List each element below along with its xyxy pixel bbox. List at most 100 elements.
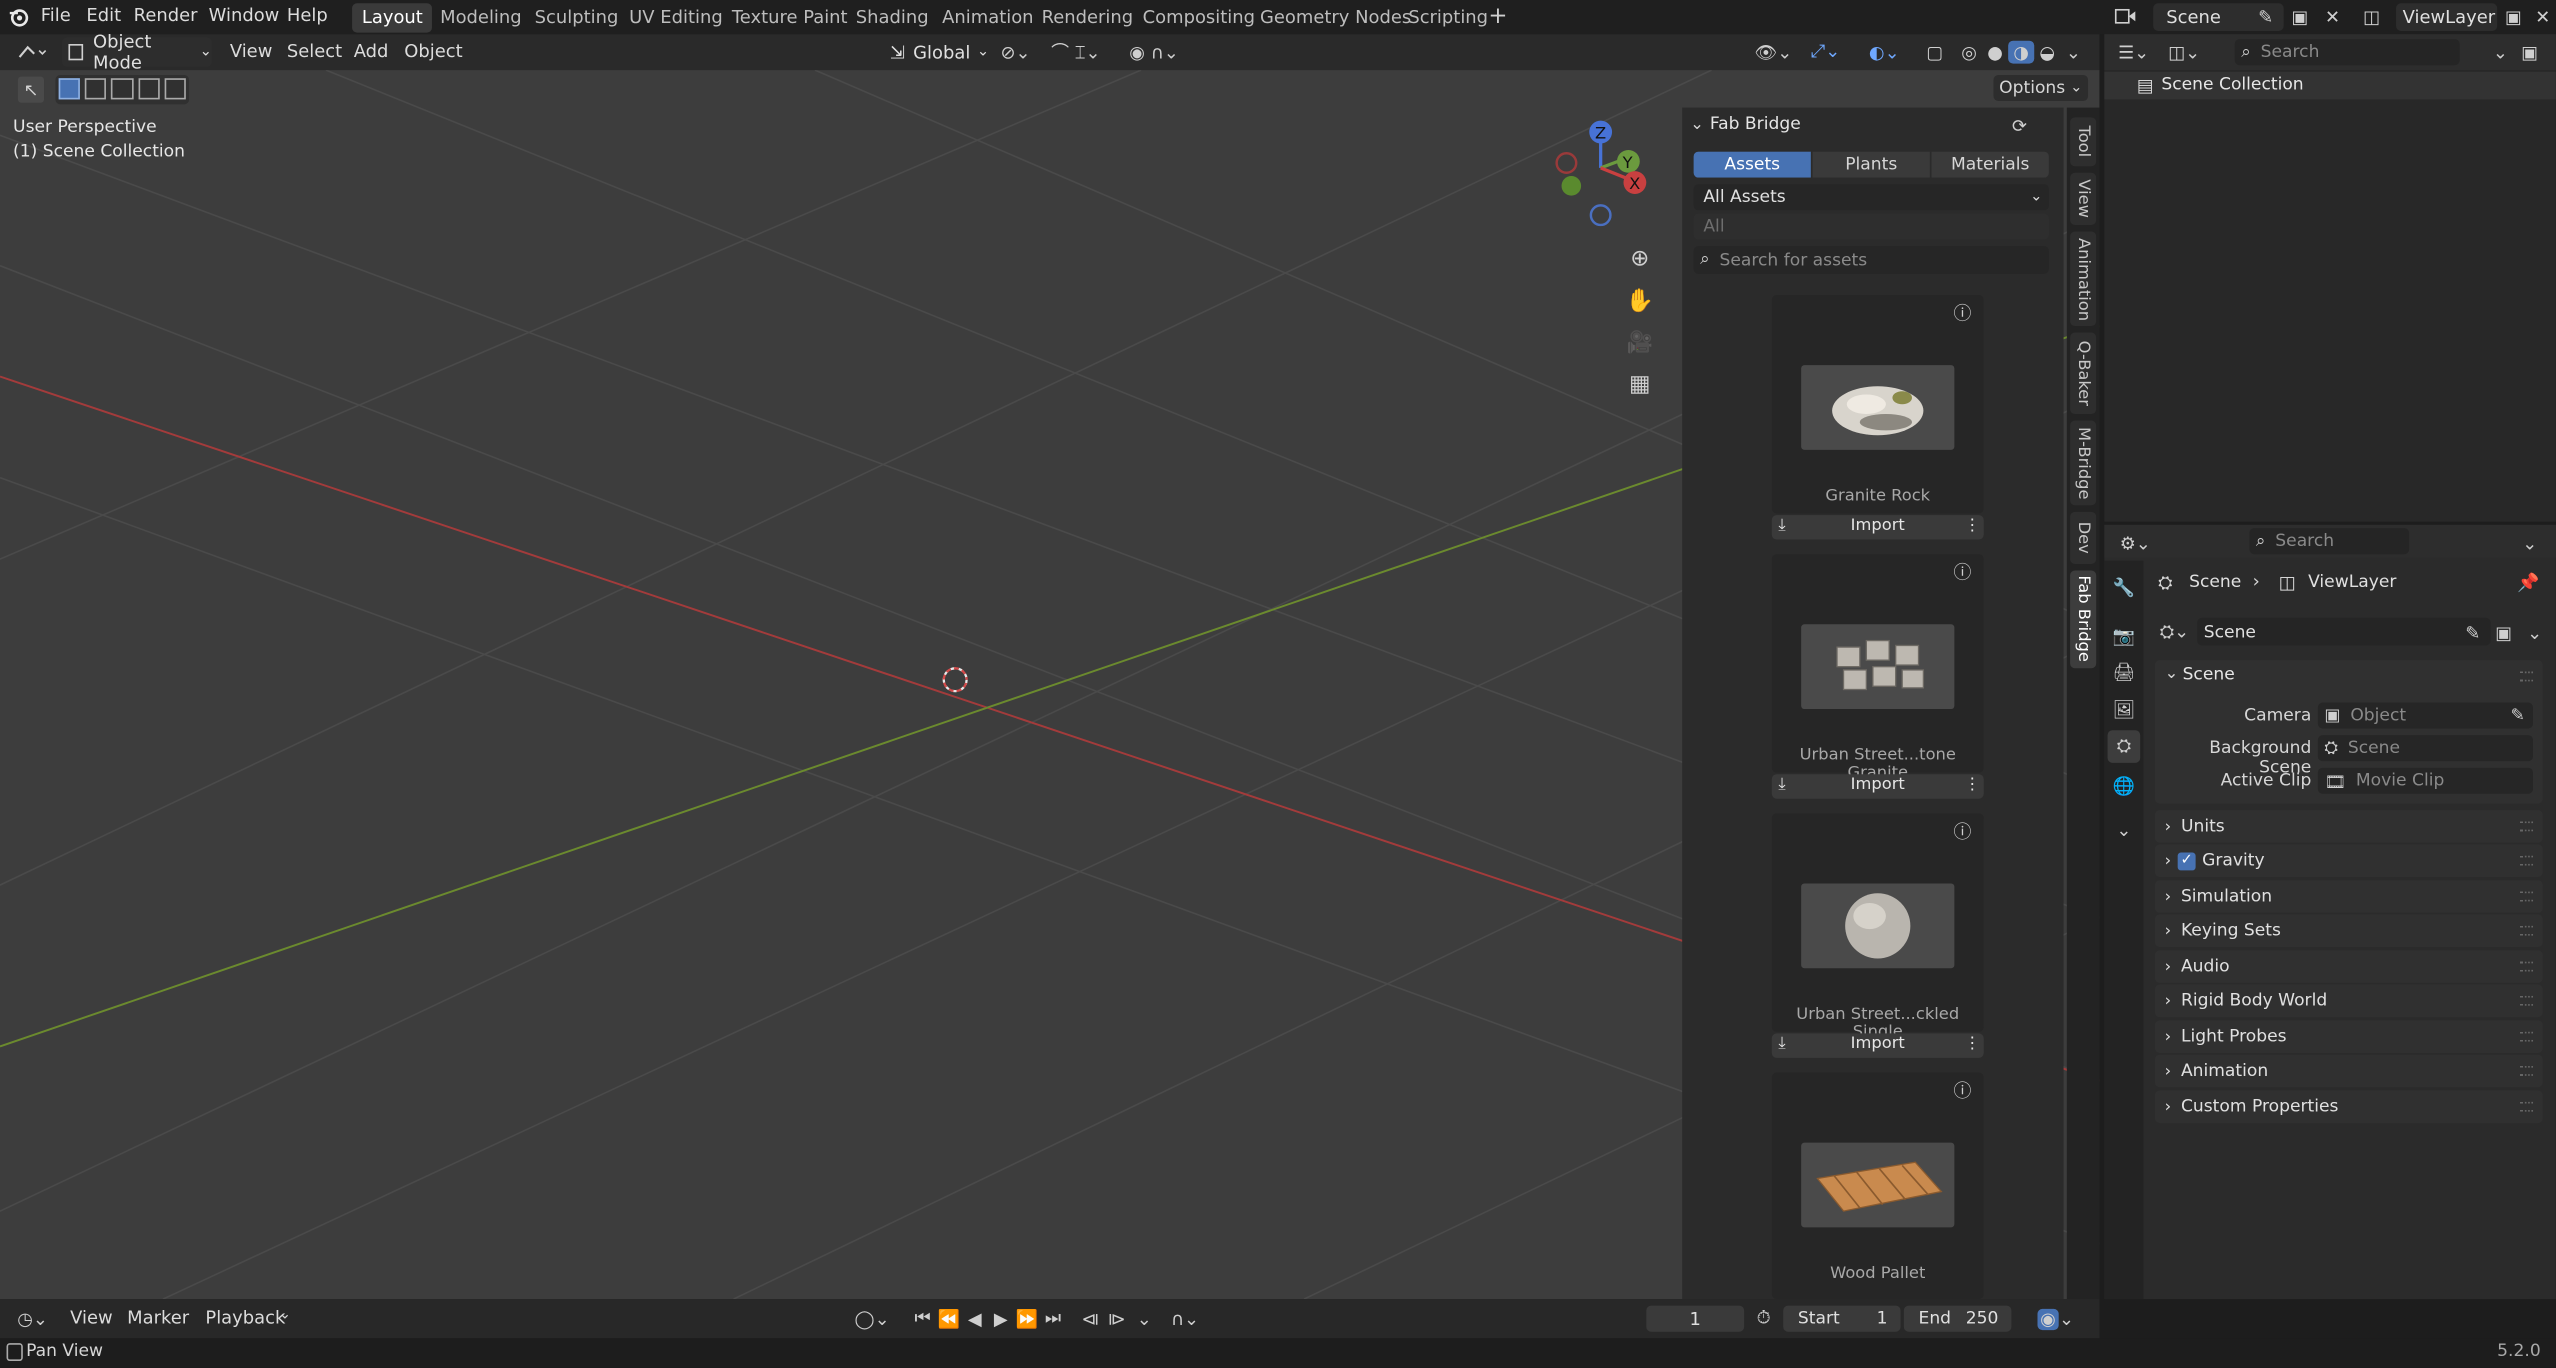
overlay-icon[interactable]: ◐⌄	[1861, 41, 1907, 64]
drag-grip-icon[interactable]	[2519, 925, 2534, 936]
copy-layer-icon[interactable]: ▣	[2502, 5, 2525, 28]
tab-view[interactable]: View	[2070, 172, 2097, 225]
asset-card[interactable]: ⓘ Urban Street...tone Granite	[1771, 554, 1984, 782]
panel-gravity[interactable]: › ✓ Gravity	[2154, 844, 2543, 877]
menu-window[interactable]: Window	[209, 5, 280, 26]
import-button[interactable]: ⤓ Import ⋮	[1771, 774, 1984, 799]
more-options-icon[interactable]: ⋮	[1964, 517, 1980, 535]
active-clip-field[interactable]: 🎞 Movie Clip	[2317, 767, 2534, 794]
tab-q-baker[interactable]: Q-Baker	[2070, 332, 2097, 415]
asset-card[interactable]: ⓘ Urban Street...ckled Single	[1771, 813, 1984, 1042]
collapse-icon[interactable]: ⌄	[1690, 116, 1704, 134]
menu-help[interactable]: Help	[287, 5, 328, 26]
next-keyframe-icon[interactable]: ⧐	[1105, 1307, 1128, 1330]
info-icon[interactable]: ⓘ	[1951, 1079, 1974, 1102]
drag-grip-icon[interactable]	[2519, 855, 2534, 866]
more-options-icon[interactable]: ⋮	[1964, 1035, 1980, 1053]
select-subtract-icon[interactable]	[111, 78, 134, 100]
tab-plants[interactable]: Plants	[1810, 151, 1930, 178]
panel-rigid-body-world[interactable]: › Rigid Body World	[2154, 984, 2543, 1018]
select-tool-icon[interactable]: ↖	[17, 76, 45, 103]
record-icon[interactable]: ◯⌄	[852, 1307, 891, 1330]
solid-shading-icon[interactable]: ●	[1982, 41, 2008, 64]
pin-icon[interactable]: 📌	[2517, 571, 2540, 594]
select-extend-icon[interactable]	[85, 78, 107, 100]
select-invert-icon[interactable]	[137, 78, 160, 100]
scene-datablock-field[interactable]: Scene	[2197, 617, 2491, 646]
jump-end-icon[interactable]: ⏭	[1042, 1307, 1065, 1330]
current-frame-field[interactable]: 1	[1646, 1305, 1745, 1332]
tab-sculpting[interactable]: Sculpting	[525, 3, 628, 32]
outliner-row[interactable]: ▤ Scene Collection	[2104, 71, 2556, 100]
select-new-icon[interactable]	[58, 78, 81, 100]
select-intersect-icon[interactable]	[164, 78, 186, 100]
camera-field[interactable]: ▣ Object ✎	[2317, 702, 2534, 729]
wireframe-shading-icon[interactable]: ◎	[1956, 41, 1982, 64]
drag-grip-icon[interactable]	[2519, 995, 2534, 1006]
tab-shading[interactable]: Shading	[846, 3, 938, 32]
drag-grip-icon[interactable]	[2519, 1031, 2534, 1042]
background-scene-field[interactable]: ⛭ Scene	[2317, 735, 2534, 762]
collapse-tabs-icon[interactable]: ⌄	[2111, 818, 2137, 841]
display-mode-icon[interactable]: ◫⌄	[2166, 41, 2202, 64]
new-collection-icon[interactable]: ▣	[2518, 41, 2541, 64]
start-frame-field[interactable]: Start 1	[1783, 1305, 1901, 1332]
filter-icon[interactable]: ⌄	[2489, 41, 2512, 64]
panel-simulation[interactable]: › Simulation	[2154, 880, 2543, 913]
snap-icon[interactable]: ⌒ ⌶⌄	[1043, 41, 1108, 63]
eyedropper-icon[interactable]: ✎	[2511, 706, 2525, 726]
zoom-icon[interactable]: ⊕	[1625, 245, 1654, 274]
world-tab-icon[interactable]: 🌐	[2111, 773, 2137, 799]
timeline-editor-icon[interactable]: ◷⌄	[13, 1307, 52, 1330]
output-tab-icon[interactable]: 🖨	[2111, 659, 2137, 685]
pan-hand-icon[interactable]: ✋	[1625, 287, 1654, 316]
menu-view[interactable]: View	[230, 41, 273, 62]
drag-grip-icon[interactable]	[2519, 671, 2534, 682]
tool-tab-icon[interactable]: 🔧	[2111, 574, 2137, 600]
tab-assets[interactable]: Assets	[1693, 151, 1811, 178]
delete-scene-icon[interactable]: ✕	[2321, 5, 2344, 28]
drag-grip-icon[interactable]	[2519, 961, 2534, 972]
drag-grip-icon[interactable]	[2519, 1101, 2534, 1112]
view-layer-icon[interactable]: ◫	[2357, 5, 2386, 28]
properties-search-field[interactable]: ⌕ Search	[2249, 528, 2410, 555]
asset-filter-select[interactable]: All Assets ⌄	[1693, 184, 2049, 211]
play-icon[interactable]: ▶	[989, 1307, 1012, 1330]
shading-options-icon[interactable]: ⌄	[2064, 41, 2084, 64]
delete-layer-icon[interactable]: ✕	[2531, 5, 2554, 28]
import-button[interactable]: ⤓ Import ⋮	[1771, 515, 1984, 540]
stopwatch-icon[interactable]: ⏱	[1751, 1307, 1777, 1330]
tab-uv-editing[interactable]: UV Editing	[619, 3, 732, 32]
outliner-search-field[interactable]: ⌕ Search	[2234, 39, 2460, 66]
chevron-down-icon[interactable]: ⌄	[1134, 1307, 1154, 1330]
panel-light-probes[interactable]: › Light Probes	[2154, 1020, 2543, 1053]
fake-user-icon[interactable]: ✎	[2461, 621, 2484, 644]
panel-custom-properties[interactable]: › Custom Properties	[2154, 1090, 2543, 1124]
asset-search-field[interactable]: ⌕ Search for assets	[1693, 246, 2049, 274]
orientation-select[interactable]: ⇲ Global ⌄	[883, 37, 989, 66]
menu-edit[interactable]: Edit	[86, 5, 121, 26]
render-tab-icon[interactable]: 📷	[2111, 623, 2137, 649]
tab-texture-paint[interactable]: Texture Paint	[722, 3, 857, 32]
tab-layout[interactable]: Layout	[352, 3, 433, 33]
tab-animation[interactable]: Animation	[932, 3, 1043, 32]
end-frame-field[interactable]: End 250	[1903, 1305, 2012, 1332]
asset-card[interactable]: ⓘ Granite Rock	[1771, 295, 1984, 514]
tab-compositing[interactable]: Compositing	[1133, 3, 1265, 32]
tab-m-bridge[interactable]: M-Bridge	[2070, 420, 2097, 506]
drag-grip-icon[interactable]	[2519, 1066, 2534, 1076]
panel-audio[interactable]: › Audio	[2154, 950, 2543, 983]
drag-grip-icon[interactable]	[2519, 891, 2534, 902]
camera-view-icon[interactable]: 🎥	[1625, 328, 1654, 357]
pivot-icon[interactable]: ⊘⌄	[998, 41, 1034, 64]
tab-scripting[interactable]: Scripting	[1399, 3, 1498, 32]
drag-grip-icon[interactable]	[2519, 821, 2534, 832]
panel-keying-sets[interactable]: › Keying Sets	[2154, 914, 2543, 948]
chevron-down-icon[interactable]: ⌄	[2165, 665, 2179, 683]
menu-add[interactable]: Add	[354, 41, 389, 62]
gizmo-icon[interactable]: ⤢⌄	[1803, 41, 1849, 64]
tab-animation-side[interactable]: Animation	[2070, 231, 2097, 326]
timeline-menu-view[interactable]: View	[70, 1307, 113, 1328]
perspective-toggle-icon[interactable]: ▦	[1625, 370, 1654, 399]
view-layer-field[interactable]: ViewLayer	[2396, 3, 2498, 31]
